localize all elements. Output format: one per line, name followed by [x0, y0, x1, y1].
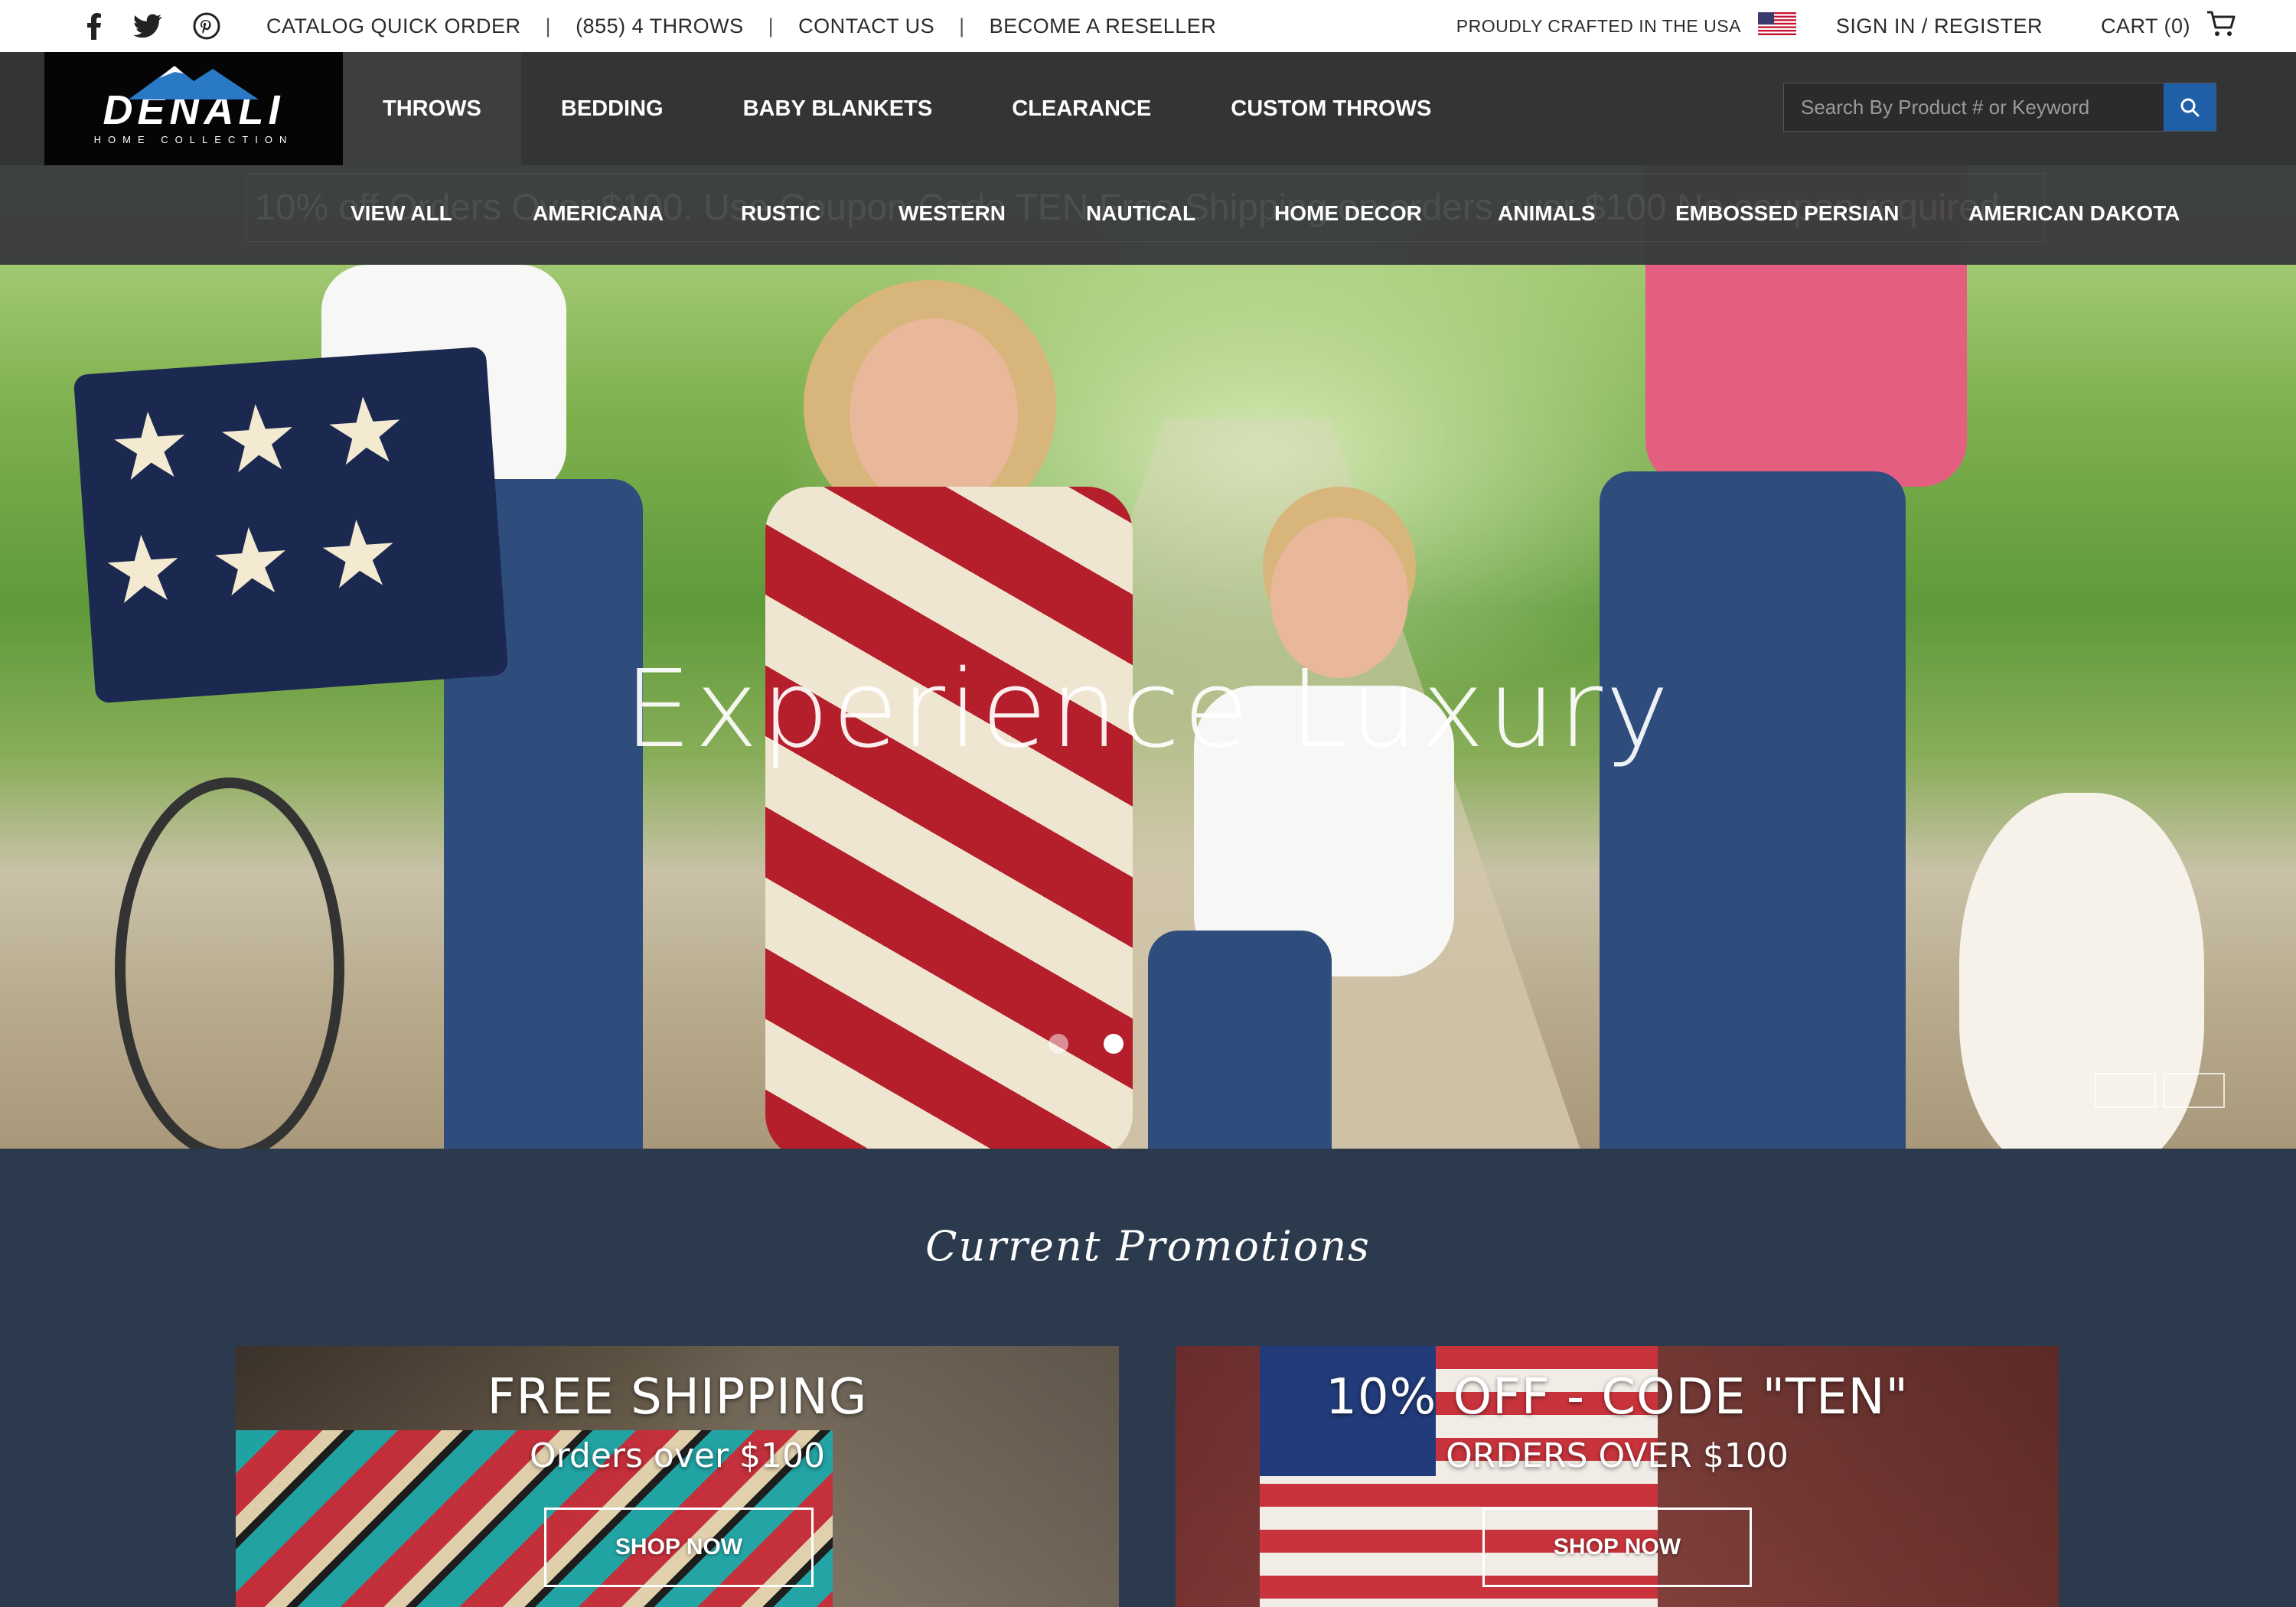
phone-link[interactable]: (855) 4 THROWS [576, 15, 744, 38]
nav-item-baby-blankets[interactable]: BABY BLANKETS [703, 52, 973, 165]
hero-figure-man-jeans [1600, 471, 1906, 1149]
promotions-section: Current Promotions FREE SHIPPING Orders … [0, 1149, 2296, 1607]
separator: | [959, 14, 965, 37]
pinterest-icon[interactable] [193, 12, 220, 40]
become-reseller-link[interactable]: BECOME A RESELLER [990, 15, 1217, 38]
carousel-arrows [2095, 1073, 2225, 1108]
twitter-icon[interactable] [133, 14, 162, 38]
nav-item-bedding[interactable]: BEDDING [521, 52, 703, 165]
hero-figure-girl-face [850, 318, 1018, 510]
subnav-item-animals[interactable]: ANIMALS [1498, 201, 1596, 226]
carousel-dot-2[interactable] [1104, 1034, 1124, 1054]
facebook-icon[interactable] [86, 12, 103, 40]
account-area: PROUDLY CRAFTED IN THE USA SIGN IN / REG… [1456, 0, 2296, 52]
carousel-next-button[interactable] [2164, 1073, 2225, 1108]
nav-item-clearance[interactable]: CLEARANCE [972, 52, 1191, 165]
main-navigation: DENALI HOME COLLECTION THROWS BEDDING BA… [0, 52, 2296, 165]
search-icon [2180, 98, 2200, 117]
nav-item-throws[interactable]: THROWS [343, 52, 521, 165]
shop-now-button[interactable]: SHOP NOW [1482, 1508, 1752, 1587]
subnav-item-american-dakota[interactable]: AMERICAN DAKOTA [1968, 201, 2180, 226]
sign-in-register-link[interactable]: SIGN IN / REGISTER [1836, 15, 2043, 38]
subnav-item-embossed-persian[interactable]: EMBOSSED PERSIAN [1675, 201, 1900, 226]
utility-bar: CATALOG QUICK ORDER | (855) 4 THROWS | C… [0, 0, 2296, 52]
promo-card-free-shipping[interactable]: FREE SHIPPING Orders over $100 SHOP NOW [236, 1346, 1119, 1607]
sub-navigation: 10% off Orders Over $100. Use Coupon Cod… [0, 165, 2296, 265]
contact-us-link[interactable]: CONTACT US [798, 15, 934, 38]
social-links [86, 12, 220, 40]
nav-menu: THROWS BEDDING BABY BLANKETS CLEARANCE C… [343, 52, 1471, 165]
catalog-quick-order-link[interactable]: CATALOG QUICK ORDER [266, 15, 521, 38]
page: CATALOG QUICK ORDER | (855) 4 THROWS | C… [0, 0, 2296, 1607]
search-input[interactable] [1784, 83, 2164, 131]
logo-subtitle: HOME COLLECTION [93, 133, 294, 145]
separator: | [545, 14, 552, 37]
subnav-item-rustic[interactable]: RUSTIC [741, 201, 820, 226]
carousel-prev-button[interactable] [2095, 1073, 2156, 1108]
carousel-dot-1[interactable] [1049, 1034, 1068, 1054]
search-box [1783, 83, 2216, 132]
subnav-item-view-all[interactable]: VIEW ALL [351, 201, 452, 226]
top-links: CATALOG QUICK ORDER | (855) 4 THROWS | C… [266, 15, 1216, 38]
sub-nav-menu: VIEW ALL AMERICANA RUSTIC WESTERN NAUTIC… [0, 165, 2296, 265]
us-flag-icon [1757, 11, 1836, 41]
subnav-item-nautical[interactable]: NAUTICAL [1086, 201, 1195, 226]
mountain-logo-icon [129, 66, 259, 99]
bicycle-wheel [115, 777, 344, 1149]
cart-icon[interactable] [2206, 10, 2236, 43]
promotions-title: Current Promotions [925, 1222, 1371, 1270]
subnav-item-western[interactable]: WESTERN [899, 201, 1006, 226]
shop-now-button[interactable]: SHOP NOW [544, 1508, 814, 1587]
denali-logo[interactable]: DENALI HOME COLLECTION [44, 52, 343, 165]
carousel-dots [1049, 1034, 1124, 1054]
promo-card-title: FREE SHIPPING [487, 1369, 868, 1426]
hero-figure-child-jeans [1148, 931, 1332, 1149]
hero-title: Experience Luxury [624, 647, 1672, 772]
subnav-item-home-decor[interactable]: HOME DECOR [1274, 201, 1422, 226]
promo-card-title: 10% OFF - CODE "TEN" [1326, 1369, 1909, 1426]
hero-banner: ★ ★ ★ ★ ★ ★ Experience Luxury [0, 165, 2296, 1149]
cart-link[interactable]: CART (0) [2101, 15, 2190, 38]
promo-card-subtitle: ORDERS OVER $100 [1446, 1436, 1789, 1475]
separator: | [768, 14, 775, 37]
nav-item-custom-throws[interactable]: CUSTOM THROWS [1191, 52, 1471, 165]
crafted-in-usa-text: PROUDLY CRAFTED IN THE USA [1456, 15, 1741, 36]
promo-card-subtitle: Orders over $100 [529, 1436, 826, 1475]
search-button[interactable] [2164, 83, 2216, 131]
subnav-item-americana[interactable]: AMERICANA [533, 201, 664, 226]
promo-card-ten-percent[interactable]: 10% OFF - CODE "TEN" ORDERS OVER $100 SH… [1176, 1346, 2059, 1607]
